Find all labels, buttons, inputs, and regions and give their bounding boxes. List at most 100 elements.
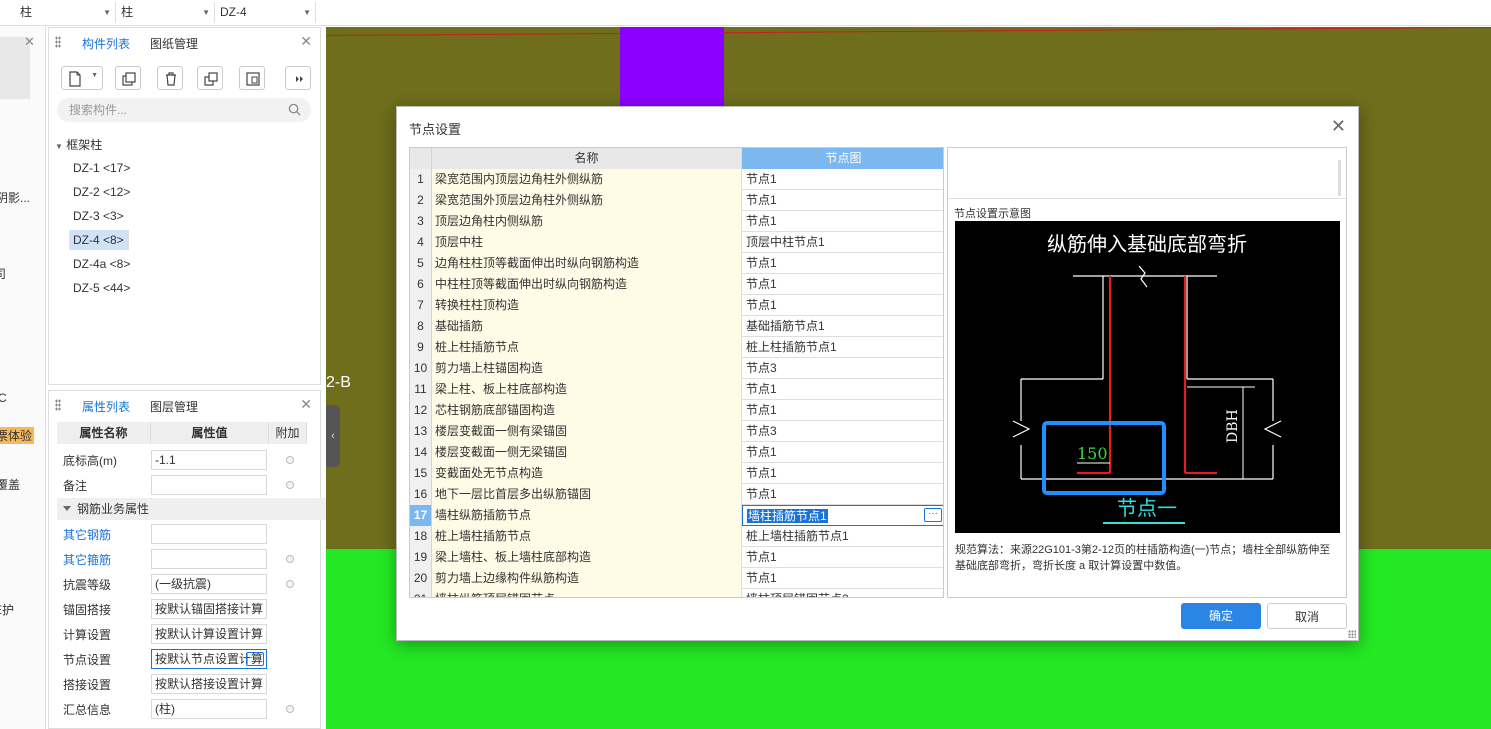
delete-component-button[interactable] — [157, 66, 183, 90]
left-nav-item[interactable]: 覆盖 — [0, 476, 20, 493]
property-value-input[interactable]: -1.1 — [151, 450, 267, 470]
node-setting-input[interactable]: 按默认节点设置计算 ··· — [151, 649, 267, 669]
more-tools-button[interactable] — [285, 66, 311, 90]
resize-grip-icon[interactable] — [1348, 630, 1356, 638]
property-value-input[interactable] — [151, 475, 267, 495]
drag-handle-icon[interactable] — [55, 36, 61, 48]
more-options-icon[interactable]: ··· — [924, 508, 942, 522]
tab-layer-management[interactable]: 图层管理 — [150, 398, 198, 415]
scrollbar[interactable] — [1338, 160, 1341, 196]
tree-item[interactable]: DZ-5 <44> — [69, 278, 134, 298]
node-diagram-cell[interactable]: 墙柱插筋节点1 ··· — [742, 505, 943, 526]
property-value-input[interactable]: 按默认搭接设置计算 — [151, 674, 267, 694]
property-value-input[interactable]: 按默认计算设置计算 — [151, 624, 267, 644]
ok-button[interactable]: 确定 — [1181, 603, 1261, 629]
table-row[interactable]: 9 桩上柱插筋节点 桩上柱插筋节点1 — [410, 337, 943, 358]
table-row[interactable]: 16 地下一层比首层多出纵筋锚固 节点1 — [410, 484, 943, 505]
table-row[interactable]: 6 中柱柱顶等截面伸出时纵向钢筋构造 节点1 — [410, 274, 943, 295]
node-diagram-cell[interactable]: 节点1 — [742, 190, 943, 211]
node-diagram-cell[interactable]: 桩上柱插筋节点1 — [742, 337, 943, 358]
table-row[interactable]: 12 芯柱钢筋底部锚固构造 节点1 — [410, 400, 943, 421]
left-nav-item[interactable]: 司 — [0, 265, 6, 282]
node-diagram-cell[interactable]: 节点1 — [742, 442, 943, 463]
extra-checkbox[interactable] — [286, 705, 294, 713]
copy-floor-button[interactable] — [197, 66, 223, 90]
table-row[interactable]: 14 楼层变截面一侧无梁锚固 节点1 — [410, 442, 943, 463]
element-name-select[interactable]: DZ-4 ▼ — [216, 2, 316, 23]
table-row[interactable]: 8 基础插筋 基础插筋节点1 — [410, 316, 943, 337]
table-row[interactable]: 5 边角柱柱顶等截面伸出时纵向钢筋构造 节点1 — [410, 253, 943, 274]
left-nav-item[interactable]: 阴影... — [0, 189, 30, 206]
table-row[interactable]: 13 楼层变截面一侧有梁锚固 节点3 — [410, 421, 943, 442]
node-diagram-cell[interactable]: 桩上墙柱插筋节点1 — [742, 526, 943, 547]
drag-handle-icon[interactable] — [55, 399, 61, 411]
extra-checkbox[interactable] — [286, 580, 294, 588]
node-diagram-cell[interactable]: 节点1 — [742, 169, 943, 190]
tree-item[interactable]: DZ-1 <17> — [69, 158, 134, 178]
node-diagram-cell[interactable]: 节点1 — [742, 484, 943, 505]
floor-type-select[interactable]: 柱 ▼ — [16, 2, 116, 23]
extra-checkbox[interactable] — [286, 456, 294, 464]
table-row[interactable]: 1 梁宽范围内顶层边角柱外侧纵筋 节点1 — [410, 169, 943, 190]
table-row[interactable]: 15 变截面处无节点构造 节点1 — [410, 463, 943, 484]
tree-group-frame-column[interactable]: ▼ 框架柱 — [55, 136, 102, 153]
node-diagram-cell[interactable]: 节点1 — [742, 463, 943, 484]
table-row[interactable]: 10 剪力墙上柱锚固构造 节点3 — [410, 358, 943, 379]
column-element[interactable] — [620, 27, 724, 107]
cancel-button[interactable]: 取消 — [1267, 603, 1347, 629]
node-diagram-cell[interactable]: 节点1 — [742, 379, 943, 400]
table-row[interactable]: 18 桩上墙柱插筋节点 桩上墙柱插筋节点1 — [410, 526, 943, 547]
property-group-rebar[interactable]: 钢筋业务属性 — [57, 498, 357, 520]
node-diagram-cell[interactable]: 墙柱顶层锚固节点2 — [742, 589, 943, 597]
table-row[interactable]: 7 转换柱柱顶构造 节点1 — [410, 295, 943, 316]
left-nav-item[interactable]: C — [0, 391, 7, 405]
close-icon[interactable]: ✕ — [24, 34, 35, 50]
node-diagram-cell[interactable]: 节点1 — [742, 568, 943, 589]
table-row[interactable]: 3 顶层边角柱内侧纵筋 节点1 — [410, 211, 943, 232]
property-value-input[interactable]: 按默认锚固搭接计算 — [151, 599, 267, 619]
copy-component-button[interactable] — [115, 66, 141, 90]
tree-item[interactable]: DZ-4a <8> — [69, 254, 134, 274]
table-row[interactable]: 19 梁上墙柱、板上墙柱底部构造 节点1 — [410, 547, 943, 568]
property-value-input[interactable] — [151, 549, 267, 569]
new-component-button[interactable]: ▼ — [61, 66, 103, 90]
import-component-button[interactable] — [239, 66, 265, 90]
more-options-icon[interactable]: ··· — [246, 652, 264, 666]
tree-item-selected[interactable]: DZ-4 <8> — [69, 230, 129, 250]
left-nav-item[interactable]: E护 — [0, 601, 14, 618]
close-icon[interactable]: ✕ — [300, 396, 312, 413]
component-search-input[interactable]: 搜索构件... — [57, 98, 311, 122]
node-diagram-cell[interactable]: 节点1 — [742, 211, 943, 232]
collapse-panel-handle[interactable]: ‹ — [326, 405, 340, 467]
extra-checkbox[interactable] — [286, 481, 294, 489]
node-diagram-cell[interactable]: 节点3 — [742, 358, 943, 379]
tree-item[interactable]: DZ-3 <3> — [69, 206, 128, 226]
node-diagram-cell[interactable]: 节点1 — [742, 547, 943, 568]
node-diagram-cell[interactable]: 节点1 — [742, 274, 943, 295]
tree-item[interactable]: DZ-2 <12> — [69, 182, 134, 202]
table-row[interactable]: 21墙柱纵筋顶层锚固节点墙柱顶层锚固节点2 — [410, 589, 943, 597]
row-number: 9 — [410, 337, 432, 358]
property-value-input[interactable]: (一级抗震) — [151, 574, 267, 594]
node-diagram-cell[interactable]: 节点1 — [742, 253, 943, 274]
node-diagram-cell[interactable]: 顶层中柱节点1 — [742, 232, 943, 253]
tab-property-list[interactable]: 属性列表 — [82, 398, 130, 415]
tab-component-list[interactable]: 构件列表 — [82, 35, 130, 52]
extra-checkbox[interactable] — [286, 555, 294, 563]
table-row[interactable]: 11 梁上柱、板上柱底部构造 节点1 — [410, 379, 943, 400]
node-diagram-cell[interactable]: 节点3 — [742, 421, 943, 442]
node-diagram-cell[interactable]: 基础插筋节点1 — [742, 316, 943, 337]
node-diagram-cell[interactable]: 节点1 — [742, 295, 943, 316]
property-value-input[interactable]: (柱) — [151, 699, 267, 719]
element-type-select[interactable]: 柱 ▼ — [117, 2, 215, 23]
node-diagram-cell[interactable]: 节点1 — [742, 400, 943, 421]
table-row[interactable]: 17 墙柱纵筋插筋节点 墙柱插筋节点1 ··· — [410, 505, 943, 526]
table-row[interactable]: 2 梁宽范围外顶层边角柱外侧纵筋 节点1 — [410, 190, 943, 211]
close-icon[interactable]: ✕ — [300, 33, 312, 50]
property-value-input[interactable] — [151, 524, 267, 544]
close-icon[interactable]: ✕ — [1331, 116, 1346, 137]
table-row[interactable]: 4 顶层中柱 顶层中柱节点1 — [410, 232, 943, 253]
left-nav-badge[interactable]: 票体验 — [0, 427, 35, 444]
table-row[interactable]: 20 剪力墙上边缘构件纵筋构造 节点1 — [410, 568, 943, 589]
tab-drawing-management[interactable]: 图纸管理 — [150, 35, 198, 52]
